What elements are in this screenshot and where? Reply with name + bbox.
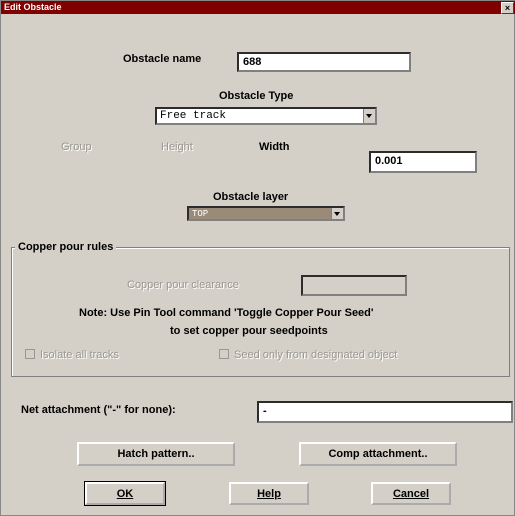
chevron-down-icon[interactable] xyxy=(363,109,375,123)
obstacle-type-select[interactable]: Free track xyxy=(155,107,377,125)
obstacle-layer-select[interactable]: TOP xyxy=(187,206,345,221)
obstacle-layer-label: Obstacle layer xyxy=(213,191,289,203)
checkbox-icon xyxy=(219,349,229,359)
seed-only-label: Seed only from designated object xyxy=(234,349,398,361)
net-attachment-label: Net attachment ("-" for none): xyxy=(21,404,176,416)
cancel-button[interactable]: Cancel xyxy=(371,482,451,505)
obstacle-type-label: Obstacle Type xyxy=(219,90,294,102)
copper-pour-note-line1: Note: Use Pin Tool command 'Toggle Coppe… xyxy=(79,307,374,319)
title-bar: Edit Obstacle × xyxy=(1,1,515,14)
edit-obstacle-dialog: Edit Obstacle × Obstacle name 688 Obstac… xyxy=(0,0,515,516)
width-label: Width xyxy=(259,141,290,153)
net-attachment-input[interactable]: - xyxy=(257,401,513,423)
help-button-label: Help xyxy=(257,488,281,500)
obstacle-layer-value: TOP xyxy=(192,209,209,219)
checkbox-icon xyxy=(25,349,35,359)
ok-button-label: OK xyxy=(116,488,134,500)
cancel-button-label: Cancel xyxy=(392,488,430,500)
copper-pour-clearance-label: Copper pour clearance xyxy=(127,279,239,291)
chevron-down-icon[interactable] xyxy=(331,208,343,219)
copper-pour-clearance-input[interactable] xyxy=(301,275,407,296)
height-label: Height xyxy=(161,141,193,153)
ok-button[interactable]: OK xyxy=(84,481,166,506)
hatch-pattern-button[interactable]: Hatch pattern.. xyxy=(77,442,235,466)
copper-pour-note-line2: to set copper pour seedpoints xyxy=(170,325,328,337)
obstacle-type-value: Free track xyxy=(160,110,227,122)
obstacle-name-input[interactable]: 688 xyxy=(237,52,411,72)
close-icon[interactable]: × xyxy=(501,2,514,14)
width-input[interactable]: 0.001 xyxy=(369,151,477,173)
obstacle-name-label: Obstacle name xyxy=(123,53,202,65)
isolate-all-tracks-label: Isolate all tracks xyxy=(40,349,119,361)
isolate-all-tracks-checkbox[interactable]: Isolate all tracks xyxy=(25,349,119,361)
copper-pour-group-label: Copper pour rules xyxy=(15,241,117,253)
seed-only-checkbox[interactable]: Seed only from designated object xyxy=(219,349,397,361)
comp-attachment-button[interactable]: Comp attachment.. xyxy=(299,442,457,466)
group-label: Group xyxy=(61,141,92,153)
dialog-title: Edit Obstacle xyxy=(4,2,62,12)
help-button[interactable]: Help xyxy=(229,482,309,505)
